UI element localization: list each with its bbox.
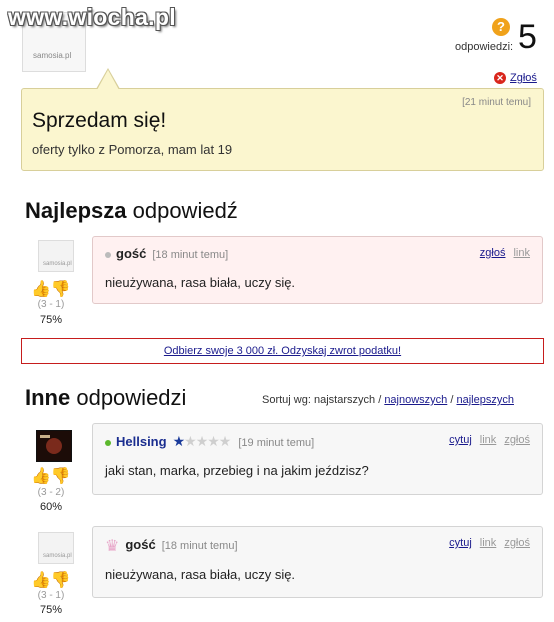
thumb-down-icon[interactable]: 👎 (51, 468, 71, 485)
avatar[interactable]: samosia.pl (38, 240, 74, 272)
question-title: Sprzedam się! (32, 109, 167, 132)
avatar-image (37, 431, 71, 461)
site-watermark: www.wiocha.pl (8, 4, 176, 30)
thumb-up-icon[interactable]: 👍 (31, 281, 51, 298)
heading-rest: odpowiedzi (70, 385, 187, 410)
answer-header: Hellsing ★★★★★ [19 minut temu] (105, 433, 314, 450)
heading-bold: Najlepsza (25, 198, 127, 223)
permalink[interactable]: link (513, 247, 530, 259)
report-link[interactable]: zgłoś (480, 247, 506, 259)
answers-count-label: odpowiedzi: (455, 41, 514, 53)
answer-box: ♛ gość [18 minut temu] cytuj link zgłoś nieu… (92, 526, 543, 598)
answer-time: [18 minut temu] (161, 539, 238, 552)
avatar[interactable]: samosia.pl (38, 532, 74, 564)
vote-count: (3 - 2) (37, 487, 65, 498)
ad-banner[interactable]: Odbierz swoje 3 000 zł. Odzyskaj zwrot p… (21, 338, 544, 364)
sort-best[interactable]: najlepszych (456, 394, 513, 406)
sort-label: Sortuj wg: (262, 394, 311, 406)
avatar-label: samosia.pl (43, 553, 72, 559)
permalink[interactable]: link (480, 537, 497, 549)
best-answer-heading: Najlepsza odpowiedź (25, 198, 238, 224)
answer-box: Hellsing ★★★★★ [19 minut temu] cytuj link zg… (92, 423, 543, 495)
star-filled: ★ (172, 433, 186, 449)
answer-author[interactable]: Hellsing (116, 434, 167, 449)
report-question-link[interactable]: ✕ Zgłoś (494, 72, 537, 85)
quote-link[interactable]: cytuj (449, 537, 472, 549)
sort-separator: / (378, 394, 382, 406)
quote-link[interactable]: cytuj (449, 434, 472, 446)
answer-actions: cytuj link zgłoś (441, 434, 530, 446)
rank-stars: ★★★★★ (172, 433, 232, 449)
avatar[interactable] (36, 430, 72, 462)
answer-header: gość [18 minut temu] (105, 246, 228, 261)
sort-bar: Sortuj wg: najstarszych / najnowszych / … (262, 394, 514, 406)
answer-author: gość (116, 246, 147, 261)
answer-actions: zgłoś link (472, 247, 530, 259)
speech-tail-fill (97, 70, 119, 90)
vote-count: (3 - 1) (37, 299, 65, 310)
sort-separator: / (450, 394, 454, 406)
answer-actions: cytuj link zgłoś (441, 537, 530, 549)
vote-buttons: 👍👎 (31, 570, 71, 590)
report-link[interactable]: zgłoś (504, 537, 530, 549)
answer-body: nieużywana, rasa biała, uczy się. (105, 567, 296, 582)
close-icon: ✕ (494, 72, 506, 85)
report-link[interactable]: zgłoś (504, 434, 530, 446)
online-dot (105, 440, 111, 447)
avatar-label: samosia.pl (43, 261, 72, 267)
permalink[interactable]: link (480, 434, 497, 446)
answer-author: gość (125, 536, 156, 552)
heading-rest: odpowiedź (126, 198, 238, 223)
answer-header: ♛ gość [18 minut temu] (105, 536, 238, 556)
question-icon: ? (492, 18, 510, 36)
status-dot (105, 252, 111, 259)
answers-count: 5 (518, 18, 537, 56)
thumb-up-icon[interactable]: 👍 (31, 468, 51, 485)
best-answer-box: gość [18 minut temu] zgłoś link nieużywana… (92, 236, 543, 304)
crown-icon: ♛ (105, 538, 120, 555)
avatar-label: samosia.pl (33, 51, 72, 60)
vote-percent: 75% (39, 604, 63, 616)
vote-percent: 75% (39, 314, 63, 326)
question-bubble: [21 minut temu] Sprzedam się! oferty tyl… (21, 88, 544, 171)
other-answers-heading: Inne odpowiedzi (25, 385, 186, 411)
answer-time: [18 minut temu] (152, 249, 229, 261)
answer-body: jaki stan, marka, przebieg i na jakim je… (105, 463, 369, 478)
report-label[interactable]: Zgłoś (510, 72, 537, 84)
heading-bold: Inne (25, 385, 71, 410)
vote-percent: 60% (39, 501, 63, 513)
ad-link[interactable]: Odbierz swoje 3 000 zł. Odzyskaj zwrot p… (164, 345, 401, 357)
answer-body: nieużywana, rasa biała, uczy się. (105, 275, 296, 290)
star-empty: ★★★★ (184, 433, 231, 449)
thumb-up-icon[interactable]: 👍 (31, 572, 51, 589)
question-time: [21 minut temu] (462, 97, 531, 108)
vote-buttons: 👍👎 (31, 466, 71, 486)
vote-count: (3 - 1) (37, 590, 65, 601)
vote-buttons: 👍👎 (31, 279, 71, 299)
sort-oldest[interactable]: najstarszych (314, 394, 375, 406)
thumb-down-icon[interactable]: 👎 (51, 281, 71, 298)
question-body: oferty tylko z Pomorza, mam lat 19 (32, 142, 233, 157)
answer-time: [19 minut temu] (238, 437, 315, 449)
thumb-down-icon[interactable]: 👎 (51, 572, 71, 589)
sort-newest[interactable]: najnowszych (384, 394, 447, 406)
